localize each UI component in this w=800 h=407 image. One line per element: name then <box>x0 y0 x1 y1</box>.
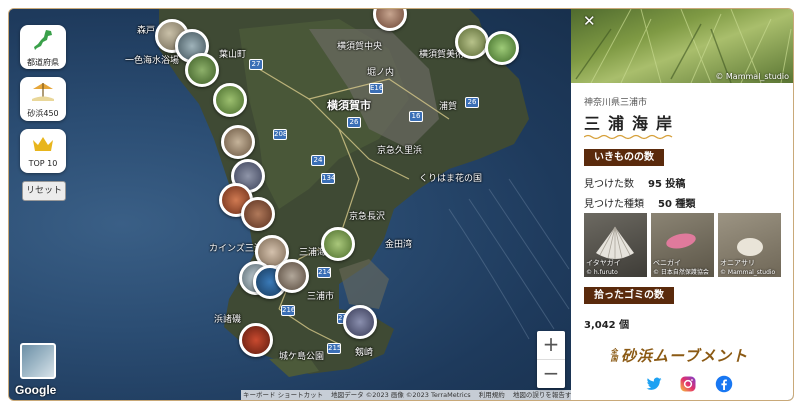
found-count-row: 見つけた数 95 投稿 <box>584 175 685 190</box>
wave-divider <box>584 134 673 140</box>
place-label: 森戸 <box>137 26 156 36</box>
photo-pin[interactable] <box>221 125 255 159</box>
map-attribution: キーボード ショートカット 地図データ ©2023 画像 ©2023 Terra… <box>241 390 571 400</box>
place-label: 堀ノ内 <box>367 68 395 78</box>
road-shield: 134 <box>321 173 336 184</box>
photo-pin[interactable] <box>241 197 275 231</box>
creature-credit: © Mammal_studio <box>720 269 776 276</box>
beach-hero-photo: ✕ © Mammal_studio <box>571 9 793 83</box>
photo-pin[interactable] <box>485 31 519 65</box>
road-shield: 214 <box>317 267 332 278</box>
zoom-out-button[interactable]: − <box>537 359 565 388</box>
logo-prefix: 全国 <box>610 347 618 362</box>
road-shield: 216 <box>281 305 296 316</box>
place-label: 金田湾 <box>385 240 413 250</box>
beach450-button-label: 砂浜450 <box>27 109 59 118</box>
photo-pin[interactable] <box>239 323 273 357</box>
road-shield: 26 <box>465 97 479 108</box>
road-shield: 215 <box>327 343 342 354</box>
map-data-text: 地図データ ©2023 画像 ©2023 TerraMetrics <box>331 391 471 399</box>
place-label: 一色海水浴場 <box>125 56 180 66</box>
place-label: 横須賀市 <box>327 99 371 112</box>
reset-button[interactable]: リセット <box>22 181 66 201</box>
map-view[interactable]: 森戸 葉山町 一色海水浴場 横須賀市 横須賀美術館 横須賀中央 京急久里浜 くり… <box>9 9 571 400</box>
photo-pin[interactable] <box>213 83 247 117</box>
creature-name: イタヤガイ <box>586 259 621 267</box>
species-count-row: 見つけた種類 50 種類 <box>584 195 695 210</box>
instagram-icon[interactable] <box>679 375 697 393</box>
creature-credit: © h.furuto <box>586 269 618 276</box>
photo-pin[interactable] <box>343 305 377 339</box>
logo-text: 砂浜ムーブメント <box>621 347 749 365</box>
creature-photo[interactable]: オニアサリ © Mammal_studio <box>718 213 781 277</box>
map-type-toggle[interactable] <box>20 343 56 379</box>
found-count-label: 見つけた数 <box>584 179 634 190</box>
app-frame: 森戸 葉山町 一色海水浴場 横須賀市 横須賀美術館 横須賀中央 京急久里浜 くり… <box>8 8 794 401</box>
creatures-header: いきものの数 <box>584 149 664 166</box>
garbage-count: 3,042 個 <box>584 320 630 331</box>
beach-detail-panel: ✕ © Mammal_studio 神奈川県三浦市 三浦海岸 いきものの数 見つ… <box>571 9 793 400</box>
road-shield: 24 <box>311 155 325 166</box>
beach450-button[interactable]: 砂浜450 <box>20 77 66 121</box>
top10-button[interactable]: TOP 10 <box>20 129 66 173</box>
place-label: 葉山町 <box>219 50 247 60</box>
species-count-value: 50 種類 <box>658 199 696 210</box>
beach-icon <box>32 83 54 101</box>
terms-link[interactable]: 利用規約 <box>479 391 505 399</box>
prefecture-button-label: 都道府県 <box>27 58 59 67</box>
place-label: 京急長沢 <box>349 212 386 222</box>
garbage-header: 拾ったゴミの数 <box>584 287 674 304</box>
map-terrain <box>159 9 570 377</box>
road-shield: 16 <box>409 111 423 122</box>
zoom-control: + − <box>537 331 565 388</box>
photo-pin[interactable] <box>185 53 219 87</box>
google-logo: Google <box>15 383 57 397</box>
prefecture-city: 神奈川県三浦市 <box>584 98 648 108</box>
keyboard-shortcuts-link[interactable]: キーボード ショートカット <box>243 391 323 399</box>
found-count-value: 95 投稿 <box>648 179 686 190</box>
report-error-link[interactable]: 地図の誤りを報告する <box>513 391 571 399</box>
sunahama-movement-logo[interactable]: 全国 砂浜ムーブメント <box>609 345 748 366</box>
place-label: 城ケ島公園 <box>279 352 325 362</box>
place-label: 浦賀 <box>439 102 458 112</box>
photo-pin[interactable] <box>321 227 355 261</box>
place-label: 三浦市 <box>307 292 335 302</box>
beach-name: 三浦海岸 <box>584 114 681 133</box>
creature-photo[interactable]: イタヤガイ © h.furuto <box>584 213 647 277</box>
creature-credit: © 日本自然保護協会 <box>653 269 709 276</box>
place-label: 京急久里浜 <box>377 146 423 156</box>
top10-button-label: TOP 10 <box>28 159 58 168</box>
creature-photos: イタヤガイ © h.furuto ベニガイ © 日本自然保護協会 オニアサリ ©… <box>584 213 792 277</box>
photo-pin[interactable] <box>275 259 309 293</box>
road-shield: E16 <box>369 83 384 94</box>
place-label: くりはま花の国 <box>419 174 483 184</box>
creature-photo[interactable]: ベニガイ © 日本自然保護協会 <box>651 213 714 277</box>
hero-photo-credit: © Mammal_studio <box>715 72 789 81</box>
road-shield: 27 <box>249 59 263 70</box>
photo-pin[interactable] <box>455 25 489 59</box>
facebook-icon[interactable] <box>715 375 733 393</box>
road-shield: 208 <box>273 129 288 140</box>
close-panel-button[interactable]: ✕ <box>583 12 596 30</box>
crown-icon <box>33 137 53 151</box>
creature-name: オニアサリ <box>720 259 755 267</box>
place-label: 剱崎 <box>355 348 374 358</box>
zoom-in-button[interactable]: + <box>537 331 565 359</box>
road-shield: 26 <box>347 117 361 128</box>
japan-map-icon <box>34 30 52 50</box>
place-label: 横須賀中央 <box>337 42 383 52</box>
species-count-label: 見つけた種類 <box>584 199 644 210</box>
prefecture-button[interactable]: 都道府県 <box>20 25 66 69</box>
place-label: 浜諸磯 <box>214 315 242 325</box>
twitter-icon[interactable] <box>645 375 663 393</box>
